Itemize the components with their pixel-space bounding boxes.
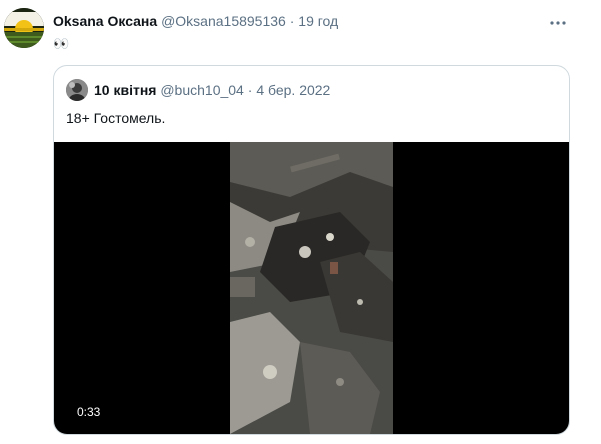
profile-photo-avatar-icon — [66, 79, 88, 101]
separator-dot: · — [247, 82, 253, 98]
tweet-text: 👀 — [53, 36, 71, 51]
sunflower-field-avatar-icon — [4, 8, 44, 48]
author-handle[interactable]: @Oksana15895136 — [161, 13, 286, 29]
quoted-tweet-date[interactable]: 4 бер. 2022 — [256, 82, 330, 98]
quoted-tweet-text: 18+ Гостомель. — [66, 110, 166, 126]
quoted-tweet-card[interactable]: 10 квітня @buch10_04 · 4 бер. 2022 18+ Г… — [53, 65, 570, 435]
author-name[interactable]: Oksana Оксана — [53, 13, 157, 29]
tweet-time[interactable]: 19 год — [298, 13, 338, 29]
author-avatar[interactable] — [4, 8, 44, 48]
more-options-icon[interactable] — [547, 12, 569, 34]
tweet-header: Oksana Оксана @Oksana15895136 · 19 год — [53, 13, 338, 29]
quoted-author-handle[interactable]: @buch10_04 — [160, 82, 244, 98]
quoted-author-avatar[interactable] — [66, 79, 88, 101]
quoted-author-name[interactable]: 10 квітня — [94, 82, 156, 98]
quoted-tweet-header: 10 квітня @buch10_04 · 4 бер. 2022 — [94, 82, 330, 98]
separator-dot: · — [289, 13, 295, 29]
video-player[interactable]: 0:33 — [54, 142, 569, 434]
video-thumbnail — [230, 142, 393, 434]
video-duration: 0:33 — [74, 404, 104, 420]
